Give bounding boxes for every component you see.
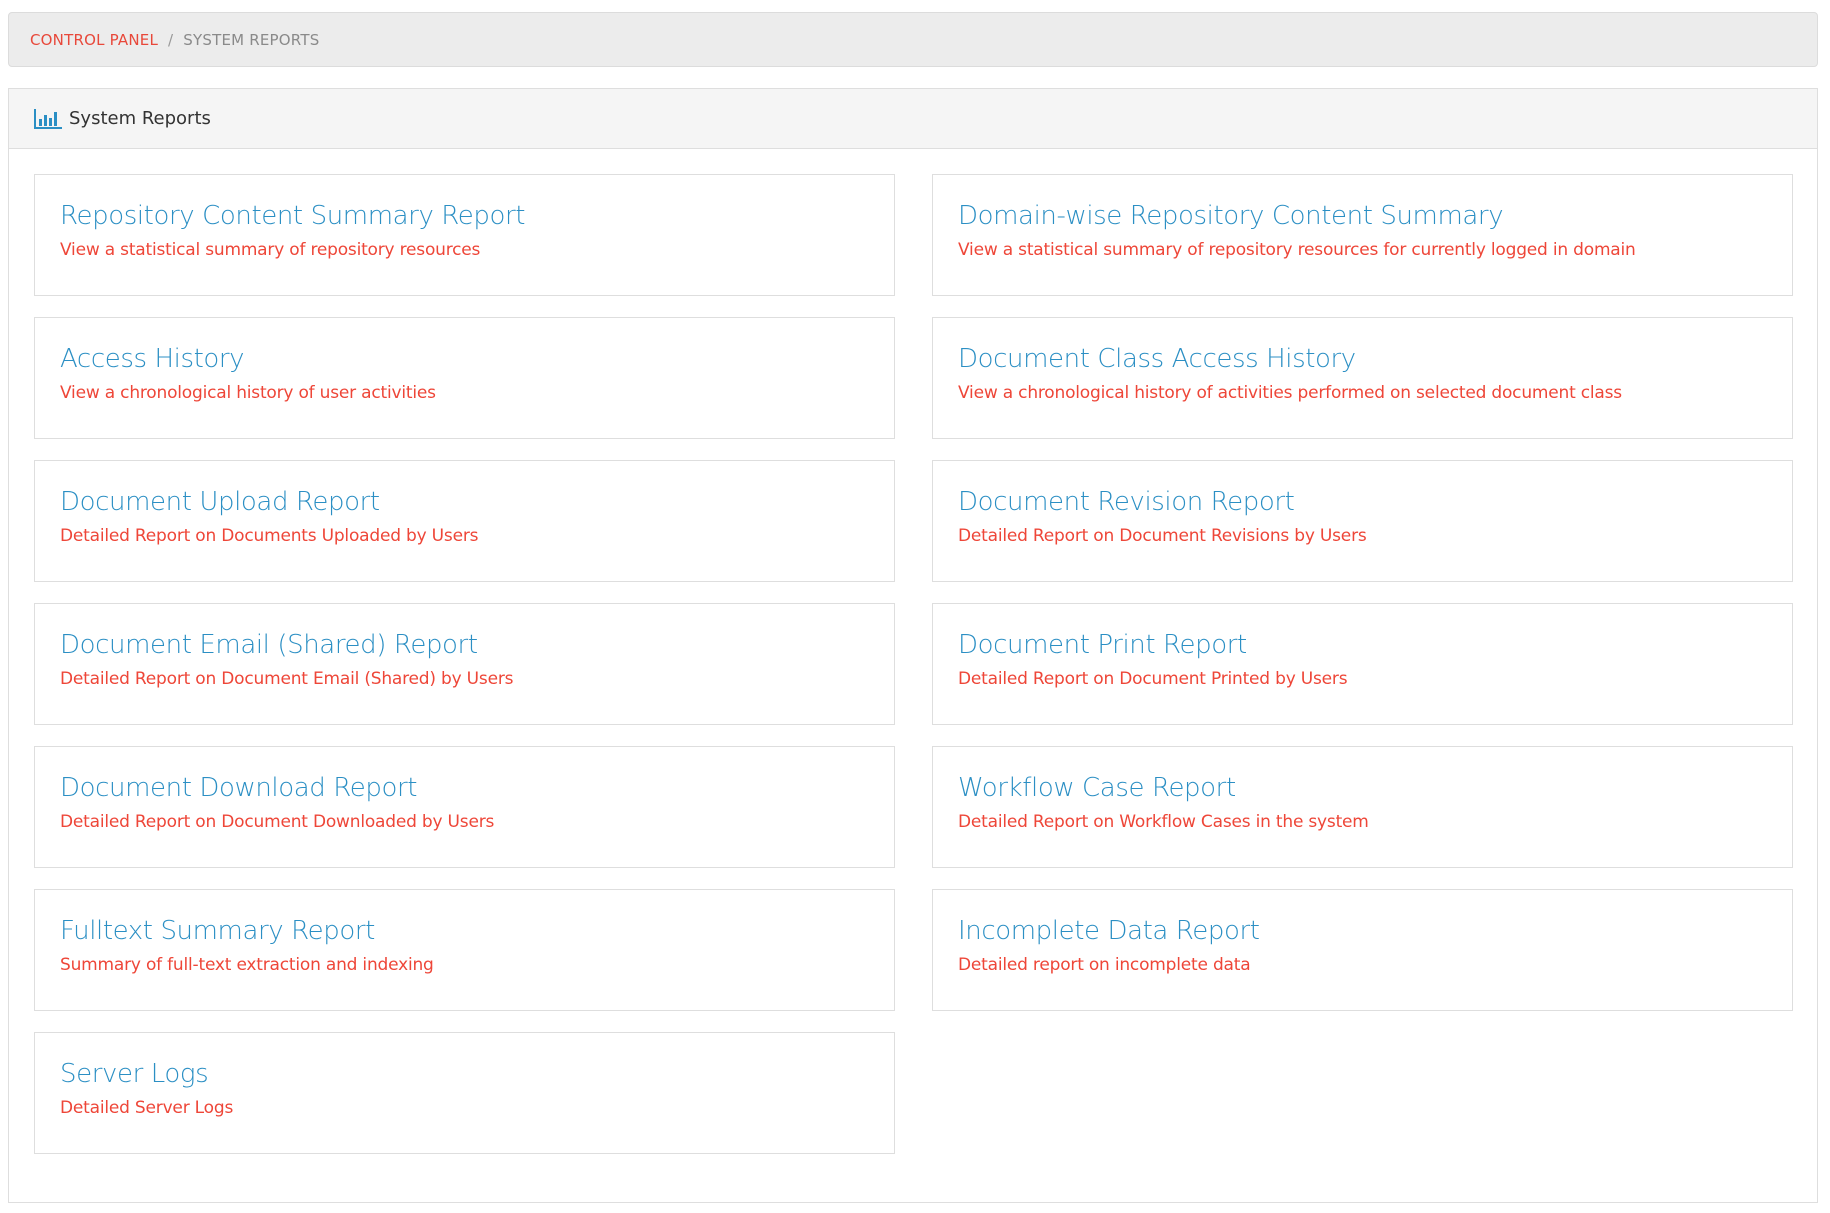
report-description: Detailed report on incomplete data: [958, 955, 1251, 975]
report-title-link[interactable]: Domain-wise Repository Content Summary: [958, 199, 1792, 233]
report-card[interactable]: Document Upload Report Detailed Report on…: [34, 460, 895, 582]
report-card[interactable]: Server Logs Detailed Server Logs: [34, 1032, 895, 1154]
report-description: Detailed Report on Documents Uploaded by…: [60, 526, 479, 546]
report-description: Detailed Report on Workflow Cases in the…: [958, 812, 1369, 832]
bar-chart-icon: [34, 108, 62, 129]
report-card[interactable]: Repository Content Summary Report View a …: [34, 174, 895, 296]
report-card[interactable]: Incomplete Data Report Detailed report on…: [932, 889, 1793, 1011]
report-title-link[interactable]: Document Print Report: [958, 628, 1792, 662]
report-description: View a chronological history of activiti…: [958, 383, 1622, 403]
report-card[interactable]: Domain-wise Repository Content Summary Vi…: [932, 174, 1793, 296]
report-description: Detailed Server Logs: [60, 1098, 234, 1118]
report-card[interactable]: Document Email (Shared) Report Detailed R…: [34, 603, 895, 725]
report-title-link[interactable]: Server Logs: [60, 1057, 894, 1091]
report-title-link[interactable]: Access History: [60, 342, 894, 376]
report-description: Summary of full-text extraction and inde…: [60, 955, 434, 975]
report-title-link[interactable]: Document Download Report: [60, 771, 894, 805]
report-description: View a statistical summary of repository…: [60, 240, 481, 260]
report-title-link[interactable]: Document Upload Report: [60, 485, 894, 519]
report-description: View a statistical summary of repository…: [958, 240, 1636, 260]
report-card[interactable]: Document Print Report Detailed Report on …: [932, 603, 1793, 725]
report-title-link[interactable]: Document Revision Report: [958, 485, 1792, 519]
report-title-link[interactable]: Document Class Access History: [958, 342, 1792, 376]
panel-heading: System Reports: [9, 89, 1817, 149]
breadcrumb-control-panel-link[interactable]: CONTROL PANEL: [30, 31, 158, 49]
report-card[interactable]: Document Class Access History View a chro…: [932, 317, 1793, 439]
report-card[interactable]: Access History View a chronological histo…: [34, 317, 895, 439]
panel-title: System Reports: [69, 108, 211, 129]
report-description: Detailed Report on Document Revisions by…: [958, 526, 1367, 546]
report-description: Detailed Report on Document Downloaded b…: [60, 812, 495, 832]
report-card[interactable]: Workflow Case Report Detailed Report on W…: [932, 746, 1793, 868]
report-title-link[interactable]: Document Email (Shared) Report: [60, 628, 894, 662]
report-card[interactable]: Document Download Report Detailed Report …: [34, 746, 895, 868]
breadcrumb-current-page: SYSTEM REPORTS: [183, 30, 320, 49]
report-card[interactable]: Fulltext Summary Report Summary of full-t…: [34, 889, 895, 1011]
report-title-link[interactable]: Workflow Case Report: [958, 771, 1792, 805]
report-title-link[interactable]: Repository Content Summary Report: [60, 199, 894, 233]
breadcrumb: CONTROL PANEL / SYSTEM REPORTS: [8, 12, 1818, 67]
report-title-link[interactable]: Fulltext Summary Report: [60, 914, 894, 948]
report-title-link[interactable]: Incomplete Data Report: [958, 914, 1792, 948]
report-card[interactable]: Document Revision Report Detailed Report …: [932, 460, 1793, 582]
report-description: Detailed Report on Document Email (Share…: [60, 669, 514, 689]
report-description: Detailed Report on Document Printed by U…: [958, 669, 1348, 689]
breadcrumb-separator: /: [168, 30, 174, 49]
report-description: View a chronological history of user act…: [60, 383, 436, 403]
